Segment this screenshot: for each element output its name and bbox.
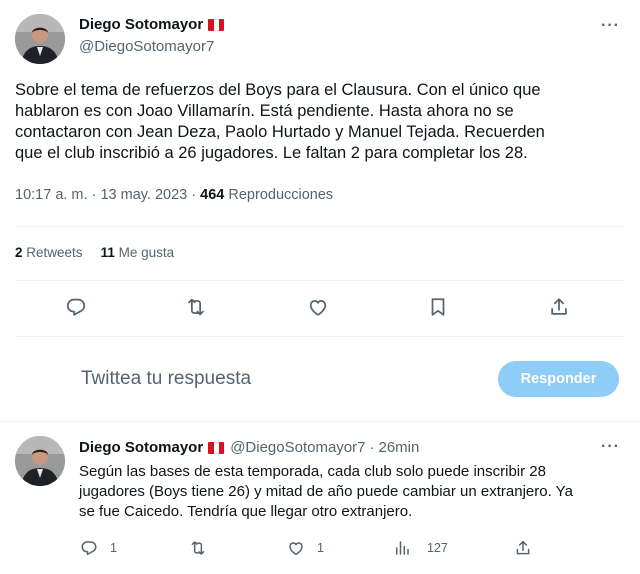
reply-reply-count: 1 (110, 541, 117, 555)
reply-icon (81, 541, 97, 556)
reply-input[interactable]: Twittea tu respuesta (81, 368, 251, 390)
tweet-text-line: que el club inscribió a 26 jugadores. Le… (15, 144, 528, 162)
tweet-text: Sobre el tema de refuerzos del Boys para… (15, 80, 545, 164)
retweets-stat[interactable]: 2 Retweets (15, 245, 83, 260)
meta-separator: · (191, 187, 197, 203)
peru-flag-icon (208, 441, 225, 454)
retweet-icon (191, 541, 205, 555)
tweet-meta: 10:17 a. m. · 13 may. 2023 · 464 Reprodu… (15, 187, 333, 203)
heart-icon (289, 542, 303, 556)
likes-label: Me gusta (118, 245, 175, 260)
more-options-icon[interactable]: ··· (601, 17, 620, 35)
retweets-count: 2 (15, 245, 23, 260)
divider (15, 226, 625, 227)
author-handle-row: @DiegoSotomayor7 (79, 38, 214, 55)
reply-author-handle[interactable]: @DiegoSotomayor7 (230, 439, 365, 456)
author-name-row: Diego Sotomayor (79, 16, 225, 33)
divider (15, 280, 625, 281)
divider (15, 336, 625, 337)
heart-icon[interactable] (307, 296, 329, 318)
reply-views-count: 127 (427, 541, 448, 555)
share-icon[interactable] (548, 296, 570, 318)
reply-author-name[interactable]: Diego Sotomayor (79, 439, 203, 456)
views-count: 464 (200, 187, 225, 203)
likes-stat[interactable]: 11 Me gusta (101, 245, 175, 260)
tweet-text-line: Sobre el tema de refuerzos del Boys para… (15, 81, 541, 99)
reply-views-action[interactable]: 127 (393, 539, 448, 557)
tweet-date[interactable]: 13 may. 2023 (100, 187, 187, 203)
reply-time[interactable]: 26min (378, 439, 419, 456)
reply-text-line: se fue Caicedo. Tendría que llegar otro … (79, 503, 413, 520)
bookmark-icon[interactable] (427, 296, 449, 318)
divider (0, 421, 640, 422)
reply-author-avatar[interactable] (15, 436, 65, 486)
author-avatar[interactable] (15, 14, 65, 64)
meta-separator: · (369, 439, 375, 456)
tweet-text-line: contactaron con Jean Deza, Paolo Hurtado… (15, 123, 545, 141)
reply-like-action[interactable]: 1 (287, 539, 324, 557)
likes-count: 11 (100, 245, 115, 260)
retweets-label: Retweets (26, 245, 83, 260)
reply-button[interactable]: Responder (498, 361, 619, 397)
reply-icon[interactable] (65, 296, 87, 318)
author-display-name[interactable]: Diego Sotomayor (79, 16, 203, 33)
reply-text-line: Según las bases de esta temporada, cada … (79, 463, 546, 480)
tweet-text-line: hablaron es con Joao Villamarín. Está pe… (15, 102, 514, 120)
tweet-time[interactable]: 10:17 a. m. (15, 187, 88, 203)
reply-header: Diego Sotomayor @DiegoSotomayor7 · 26min (79, 439, 419, 456)
views-icon (396, 541, 409, 555)
peru-flag-icon (208, 18, 225, 31)
reply-reply-action[interactable]: 1 (80, 539, 117, 557)
share-icon (516, 540, 530, 555)
reply-like-count: 1 (317, 541, 324, 555)
author-handle[interactable]: @DiegoSotomayor7 (79, 38, 214, 55)
meta-separator: · (91, 187, 97, 203)
reply-more-options-icon[interactable]: ··· (601, 438, 620, 456)
reply-text-line: jugadores (Boys tiene 26) y mitad de año… (79, 483, 573, 500)
reply-share-action[interactable] (514, 539, 532, 557)
retweet-icon[interactable] (185, 296, 207, 318)
reply-text: Según las bases de esta temporada, cada … (79, 462, 627, 522)
views-label: Reproducciones (228, 187, 334, 203)
reply-retweet-action[interactable] (189, 539, 207, 557)
engagement-stats: 2 Retweets 11 Me gusta (15, 245, 174, 260)
